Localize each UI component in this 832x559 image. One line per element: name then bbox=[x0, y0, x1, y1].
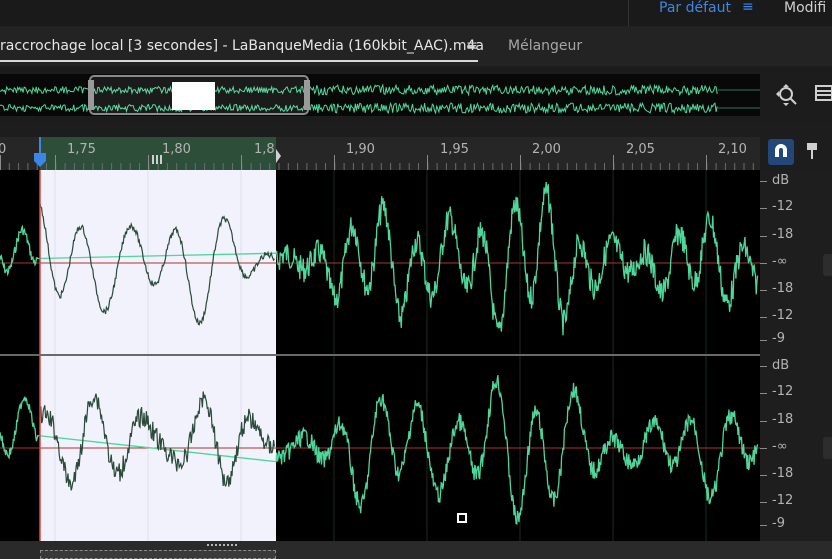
db-label: -∞ bbox=[772, 254, 788, 269]
db-tick bbox=[760, 366, 767, 367]
playhead-marker-icon[interactable] bbox=[34, 153, 46, 167]
db-label: dB bbox=[772, 358, 790, 373]
tab-editor[interactable]: raccrochage local [3 secondes] - LaBanqu… bbox=[0, 38, 484, 54]
channel-2-scroll-handle[interactable] bbox=[823, 437, 832, 459]
tick-label: 1,80 bbox=[162, 142, 191, 157]
panel-tabs: raccrochage local [3 secondes] - LaBanqu… bbox=[0, 26, 832, 66]
db-tick bbox=[760, 421, 767, 422]
db-tick bbox=[760, 340, 767, 341]
db-tick bbox=[760, 502, 767, 503]
workspace-separator bbox=[628, 0, 629, 26]
db-label: -18 bbox=[772, 412, 794, 427]
ruler-tools bbox=[760, 137, 832, 170]
overview-selection bbox=[172, 82, 215, 110]
db-label: -9 bbox=[772, 516, 785, 531]
db-tick bbox=[760, 393, 767, 394]
workspace-default[interactable]: Par défaut bbox=[659, 0, 731, 16]
overview-right-handle[interactable] bbox=[304, 80, 310, 110]
list-icon[interactable] bbox=[814, 84, 832, 102]
db-scale: dB -12 -18 -∞ -18 -12 -9 dB -12 -18 -∞ -… bbox=[760, 170, 832, 541]
tick-label: 2,05 bbox=[626, 142, 655, 157]
db-tick bbox=[760, 290, 767, 291]
tick-label: 1,8 bbox=[254, 142, 275, 157]
db-tick bbox=[760, 475, 767, 476]
tick-label: 1,95 bbox=[440, 142, 469, 157]
workspace-menu-icon[interactable]: ≡ bbox=[742, 0, 754, 15]
tab-mixer[interactable]: Mélangeur bbox=[508, 38, 582, 54]
db-label: -12 bbox=[772, 308, 794, 323]
db-label: -12 bbox=[772, 384, 794, 399]
horizontal-scrollbar[interactable] bbox=[0, 541, 832, 559]
db-label: -9 bbox=[772, 331, 785, 346]
db-tick bbox=[760, 181, 767, 182]
mouse-cursor-icon bbox=[456, 512, 468, 524]
overview-left-handle[interactable] bbox=[88, 80, 94, 110]
tick-label: 0 bbox=[0, 142, 7, 157]
time-ruler[interactable]: 0 1,75 1,80 1,8 1,90 1,95 2,00 2,05 2,10 bbox=[0, 137, 760, 170]
overview-navigator bbox=[0, 66, 832, 122]
channel-1-scroll-handle[interactable] bbox=[823, 254, 832, 276]
db-label: dB bbox=[772, 173, 790, 188]
tick-label: 1,75 bbox=[67, 142, 96, 157]
db-label: -12 bbox=[772, 493, 794, 508]
selection-end-marker-icon[interactable] bbox=[276, 149, 281, 163]
channel-divider[interactable] bbox=[0, 354, 760, 356]
snap-button[interactable] bbox=[768, 139, 794, 165]
magnet-icon bbox=[775, 144, 787, 157]
zoom-icon[interactable] bbox=[776, 84, 798, 106]
db-label: -18 bbox=[772, 227, 794, 242]
pin-icon[interactable] bbox=[804, 141, 820, 161]
active-tab-underline bbox=[0, 60, 478, 62]
db-tick bbox=[760, 317, 767, 318]
tab-menu-icon[interactable]: ≡ bbox=[466, 38, 478, 54]
db-tick bbox=[760, 263, 767, 264]
workspace-bar: Par défaut ≡ Modifi bbox=[0, 0, 832, 26]
tick-label: 1,90 bbox=[346, 142, 375, 157]
scrollbar-thumb[interactable] bbox=[40, 550, 276, 559]
db-label: -18 bbox=[772, 466, 794, 481]
grip-icon bbox=[207, 544, 237, 546]
db-label: -12 bbox=[772, 199, 794, 214]
db-label: -∞ bbox=[772, 439, 788, 454]
db-tick bbox=[760, 525, 767, 526]
audio-editor: Par défaut ≡ Modifi raccrochage local [3… bbox=[0, 0, 832, 559]
db-tick bbox=[760, 448, 767, 449]
workspace-edit[interactable]: Modifi bbox=[784, 0, 826, 16]
waveform-display[interactable] bbox=[0, 170, 760, 541]
db-tick bbox=[760, 236, 767, 237]
ruler-center-grip-icon bbox=[152, 155, 162, 164]
db-tick bbox=[760, 208, 767, 209]
tick-label: 2,10 bbox=[718, 142, 747, 157]
tick-label: 2,00 bbox=[532, 142, 561, 157]
db-label: -18 bbox=[772, 281, 794, 296]
overview-waveform[interactable] bbox=[0, 74, 760, 116]
